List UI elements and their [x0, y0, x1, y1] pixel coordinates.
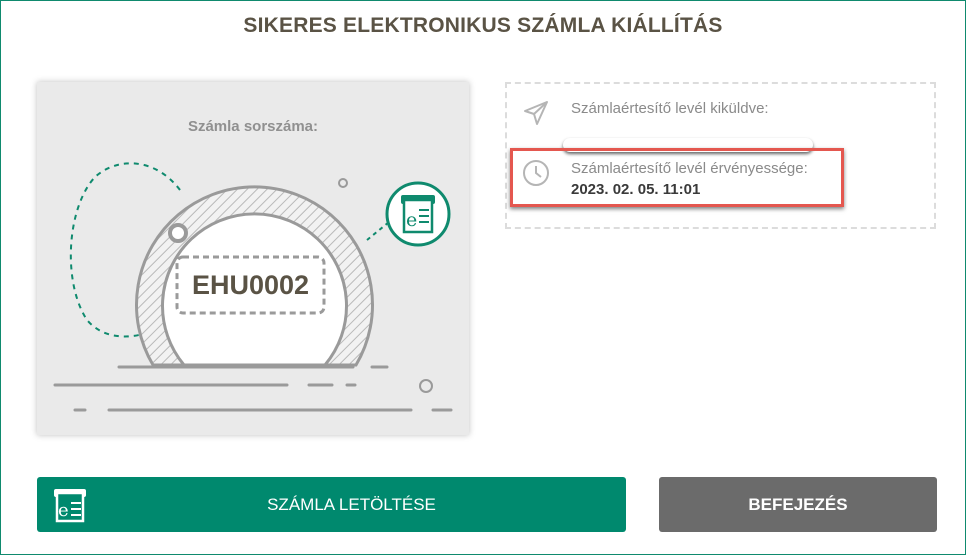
- invoice-illustration-card: e Számla sorszáma: EHU0002: [37, 82, 469, 435]
- finish-button[interactable]: BEFEJEZÉS: [659, 477, 937, 532]
- download-invoice-button[interactable]: e SZÁMLA LETÖLTÉSE: [37, 477, 626, 532]
- e-invoice-badge-icon: e: [385, 181, 451, 247]
- invoice-number: EHU0002: [191, 269, 310, 300]
- svg-text:e: e: [406, 209, 417, 231]
- paper-plane-icon: [521, 98, 551, 133]
- page-title: SIKERES ELEKTRONIKUS SZÁMLA KIÁLLÍTÁS: [243, 14, 723, 37]
- notification-sent-label: Számlaértesítő levél kiküldve:: [571, 100, 769, 117]
- invoice-number-label: Számla sorszáma:: [187, 118, 319, 135]
- validity-highlight-box: [510, 148, 844, 207]
- download-invoice-label: SZÁMLA LETÖLTÉSE: [267, 495, 436, 514]
